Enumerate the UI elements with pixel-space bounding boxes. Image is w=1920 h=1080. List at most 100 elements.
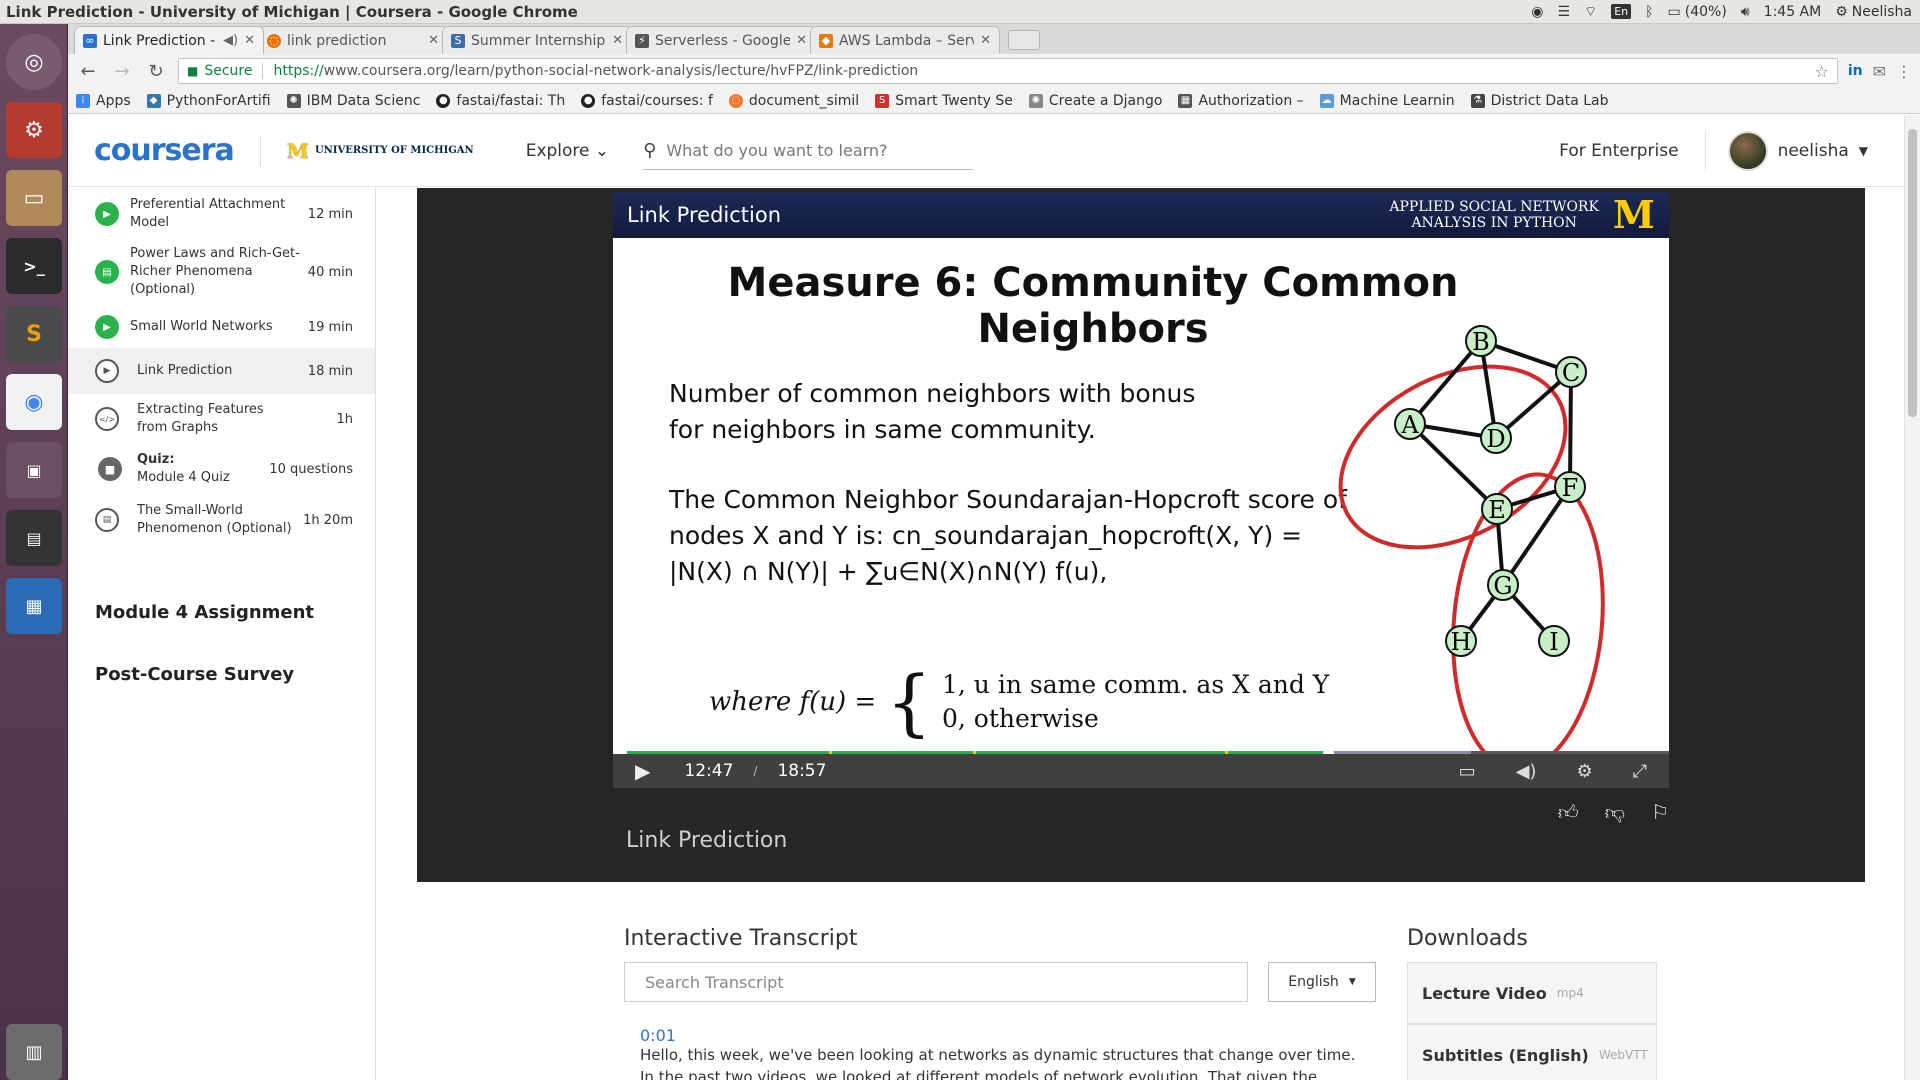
transcript-language-select[interactable]: English ▼ xyxy=(1268,962,1376,1002)
bookmark-item[interactable]: ◌ document_simil xyxy=(728,93,859,109)
bluetooth-icon[interactable]: ᛒ xyxy=(1645,4,1653,20)
terminal-icon[interactable]: >_ xyxy=(6,238,62,294)
close-icon[interactable]: ✕ xyxy=(244,33,255,48)
bookmark-item[interactable]: ⚗ District Data Lab xyxy=(1470,93,1609,109)
volume-icon[interactable]: ◀) xyxy=(1516,761,1537,782)
bookmark-apps[interactable]: ⁞ Apps xyxy=(76,93,131,109)
browser-tab[interactable]: ◆ AWS Lambda – Serv ✕ xyxy=(810,26,1000,54)
menu-tray-icon[interactable]: ☰ xyxy=(1557,4,1570,20)
bookmark-star-icon[interactable]: ☆ xyxy=(1814,62,1828,81)
gear-icon: ⚙ xyxy=(1835,3,1848,20)
sidebar-item[interactable]: ▶ Small World Networks 19 min xyxy=(68,306,375,348)
url-scheme: https:// xyxy=(273,63,324,79)
workspace-switcher-icon[interactable]: ▣ xyxy=(6,442,62,498)
coursera-header: coursera M UNIVERSITY OF MICHIGAN Explore… xyxy=(68,115,1904,187)
umich-logo[interactable]: M UNIVERSITY OF MICHIGAN xyxy=(287,139,474,163)
caret-down-icon: ▼ xyxy=(1858,143,1868,158)
files-icon[interactable]: ▭ xyxy=(6,170,62,226)
tab-title: Summer Internship xyxy=(471,32,606,49)
system-settings-icon[interactable]: ⚙ xyxy=(6,102,62,158)
graph-node-label: C xyxy=(1562,359,1580,387)
scrollbar-thumb[interactable] xyxy=(1908,129,1917,417)
graph-node: D xyxy=(1480,422,1512,454)
total-duration: 18:57 xyxy=(777,761,827,781)
linkedin-extension-icon[interactable]: in xyxy=(1848,63,1863,79)
sidebar-item-duration: 18 min xyxy=(307,363,353,379)
sidebar-item-label: Link Prediction xyxy=(137,363,233,378)
play-icon: ▶ xyxy=(95,315,119,339)
clock[interactable]: 1:45 AM xyxy=(1764,4,1822,20)
close-icon[interactable]: ✕ xyxy=(428,33,439,48)
browser-tab[interactable]: ◌ link prediction ✕ xyxy=(258,26,448,54)
close-icon[interactable]: ✕ xyxy=(796,33,807,48)
lecture-slide[interactable]: Link Prediction APPLIED SOCIAL NETWORK AN… xyxy=(613,192,1669,754)
close-icon[interactable]: ✕ xyxy=(980,33,991,48)
user-menu[interactable]: ⚙ Neelisha xyxy=(1835,4,1912,20)
bookmark-item[interactable]: ▦ Authorization – xyxy=(1178,93,1304,109)
django-icon: ✺ xyxy=(1028,93,1043,108)
explore-menu[interactable]: Explore ⌄ xyxy=(526,141,609,161)
chrome-tray-icon[interactable]: ◉ xyxy=(1531,4,1543,20)
bookmark-item[interactable]: ✺ IBM Data Scienc xyxy=(286,93,420,109)
bookmark-item[interactable]: ◆ PythonForArtifi xyxy=(146,93,271,109)
mail-extension-icon[interactable]: ✉ xyxy=(1873,62,1886,81)
sidebar-item[interactable]: ▤ The Small-World Phenomenon (Optional) … xyxy=(68,494,375,546)
time-separator: / xyxy=(753,764,758,778)
sidebar-item[interactable]: ▶ Preferential Attachment Model 12 min xyxy=(68,190,375,238)
keyboard-layout-indicator[interactable]: En xyxy=(1611,4,1632,19)
fullscreen-icon[interactable]: ⤢ xyxy=(1633,761,1647,782)
system-tray: ◉ ☰ ⌔ En ᛒ ▭ (40%) 🔊︎ 1:45 AM ⚙ Neelisha xyxy=(1531,3,1920,21)
sidebar-item[interactable]: ▤ Power Laws and Rich-Get-Richer Phenome… xyxy=(68,238,375,306)
player-right-controls: ▭ ◀) ⚙ ⤢ xyxy=(1459,761,1647,782)
volume-icon[interactable]: 🔊︎ xyxy=(1741,4,1750,20)
formula-case-2: 0, otherwise xyxy=(941,704,1099,733)
transcript-text[interactable]: Hello, this week, we've been looking at … xyxy=(640,1044,1360,1080)
browser-tab[interactable]: S Summer Internship ✕ xyxy=(442,26,632,54)
trash-icon[interactable]: ▥ xyxy=(6,1024,62,1080)
sidebar-item-current[interactable]: ▶ Link Prediction 18 min xyxy=(68,348,375,394)
reload-icon[interactable]: ↻ xyxy=(144,61,168,82)
address-bar[interactable]: ■ Secure https://www.coursera.org/learn/… xyxy=(178,58,1838,84)
bookmark-item[interactable]: S Smart Twenty Se xyxy=(875,93,1013,109)
new-tab-button[interactable] xyxy=(1008,30,1040,50)
browser-tab[interactable]: ⚡ Serverless - Google ✕ xyxy=(626,26,816,54)
post-course-survey-link[interactable]: Post-Course Survey xyxy=(95,664,294,685)
settings-gear-icon[interactable]: ⚙ xyxy=(1576,761,1592,782)
back-icon[interactable]: ← xyxy=(76,61,100,82)
url-text: https://www.coursera.org/learn/python-so… xyxy=(273,63,1808,79)
bookmark-item[interactable]: ● fastai/courses: f xyxy=(581,93,713,109)
for-enterprise-link[interactable]: For Enterprise xyxy=(1559,141,1678,161)
sidebar-item[interactable]: </> Extracting Features from Graphs 1h xyxy=(68,394,375,444)
image-viewer-icon[interactable]: ▦ xyxy=(6,578,62,634)
bookmark-item[interactable]: ☁ Machine Learnin xyxy=(1319,93,1455,109)
browser-tab[interactable]: ∞ Link Prediction - ◀) ✕ xyxy=(74,26,264,54)
transcript-search-input[interactable]: Search Transcript xyxy=(624,962,1248,1002)
chrome-menu-icon[interactable]: ⋮ xyxy=(1896,62,1912,81)
download-lecture-video[interactable]: Lecture Video mp4 xyxy=(1407,962,1657,1024)
play-button[interactable]: ▶ xyxy=(635,759,650,783)
aws-icon: ◆ xyxy=(819,33,833,48)
thumbs-down-icon[interactable]: 👎︎ xyxy=(1605,800,1625,825)
video-editor-icon[interactable]: ▤ xyxy=(6,510,62,566)
user-menu[interactable]: neelisha ▼ xyxy=(1727,130,1868,171)
sidebar-item[interactable]: ■ Quiz: Module 4 Quiz 10 questions xyxy=(68,444,375,494)
chrome-icon[interactable]: ◉ xyxy=(6,374,62,430)
transcript-timestamp[interactable]: 0:01 xyxy=(640,1026,676,1045)
close-icon[interactable]: ✕ xyxy=(612,33,623,48)
bookmark-item[interactable]: ● fastai/fastai: Th xyxy=(436,93,565,109)
flag-icon[interactable]: ⚐ xyxy=(1651,800,1669,825)
thumbs-up-icon[interactable]: 👍︎ xyxy=(1558,800,1579,825)
catalog-search[interactable]: ⚲ What do you want to learn? xyxy=(643,132,974,170)
forward-icon[interactable]: → xyxy=(110,61,134,82)
coursera-logo[interactable]: coursera xyxy=(94,133,235,168)
page-scrollbar[interactable] xyxy=(1904,115,1920,1080)
ubuntu-dash-icon[interactable]: ◎ xyxy=(6,34,62,90)
bookmark-item[interactable]: ✺ Create a Django xyxy=(1028,93,1162,109)
module-assignment-link[interactable]: Module 4 Assignment xyxy=(95,602,314,623)
sublime-text-icon[interactable]: S xyxy=(6,306,62,362)
download-subtitles[interactable]: Subtitles (English) WebVTT xyxy=(1407,1024,1657,1080)
wifi-icon[interactable]: ⌔ xyxy=(1584,3,1597,21)
captions-icon[interactable]: ▭ xyxy=(1459,761,1476,782)
sidebar-item-label: The Small-World Phenomenon (Optional) xyxy=(137,503,292,536)
battery-indicator[interactable]: ▭ (40%) xyxy=(1668,4,1727,20)
